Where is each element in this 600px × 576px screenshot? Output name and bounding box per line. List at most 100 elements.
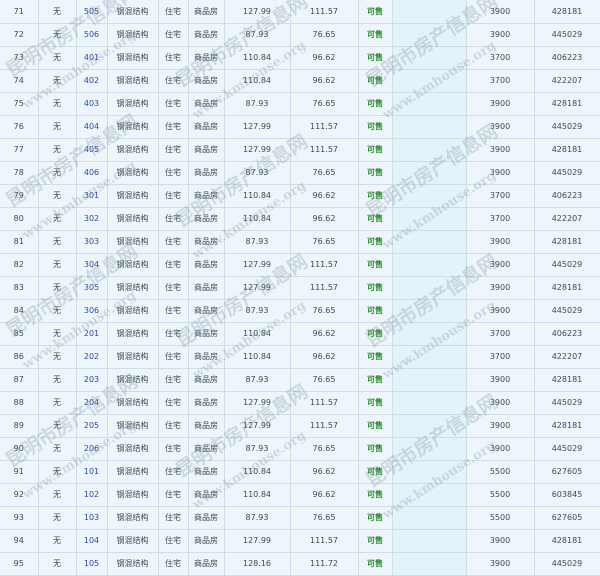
unit-cell: 无 (38, 92, 77, 116)
row-index: 93 (0, 506, 39, 530)
structure-cell: 钢混结构 (107, 69, 159, 93)
inner-area-cell: 96.62 (290, 460, 359, 484)
room-number-link[interactable]: 403 (76, 92, 108, 116)
room-number-link[interactable]: 305 (76, 276, 108, 300)
house-type-cell: 商品房 (188, 437, 225, 461)
room-number-link[interactable]: 304 (76, 253, 108, 277)
total-price-cell: 422207 (534, 207, 600, 231)
room-number-link[interactable]: 302 (76, 207, 108, 231)
blank-cell (392, 161, 467, 185)
total-price-cell: 406223 (534, 322, 600, 346)
inner-area-cell: 76.65 (290, 299, 359, 323)
unit-cell: 无 (38, 368, 77, 392)
usage-cell: 住宅 (158, 483, 189, 507)
table-row: 88 无 204 钢混结构 住宅 商品房 127.99 111.57 可售 3900 445029 (0, 391, 600, 415)
house-type-cell: 商品房 (188, 230, 225, 254)
inner-area-cell: 76.65 (290, 368, 359, 392)
room-number-link[interactable]: 103 (76, 506, 108, 530)
total-price-cell: 428181 (534, 138, 600, 162)
room-number-link[interactable]: 204 (76, 391, 108, 415)
house-type-cell: 商品房 (188, 138, 225, 162)
status-cell: 可售 (358, 23, 393, 47)
usage-cell: 住宅 (158, 115, 189, 139)
structure-cell: 钢混结构 (107, 138, 159, 162)
room-number-link[interactable]: 303 (76, 230, 108, 254)
house-type-cell: 商品房 (188, 161, 225, 185)
table-row: 87 无 203 钢混结构 住宅 商品房 87.93 76.65 可售 3900 428181 (0, 368, 600, 392)
building-area-cell: 110.84 (224, 46, 291, 70)
unit-cell: 无 (38, 414, 77, 438)
unit-cell: 无 (38, 138, 77, 162)
unit-price-cell: 3700 (466, 345, 535, 369)
table-row: 81 无 303 钢混结构 住宅 商品房 87.93 76.65 可售 3900 428181 (0, 230, 600, 254)
unit-cell: 无 (38, 207, 77, 231)
inner-area-cell: 96.62 (290, 184, 359, 208)
room-number-link[interactable]: 206 (76, 437, 108, 461)
total-price-cell: 445029 (534, 552, 600, 576)
building-area-cell: 127.99 (224, 138, 291, 162)
room-number-link[interactable]: 301 (76, 184, 108, 208)
table-row: 90 无 206 钢混结构 住宅 商品房 87.93 76.65 可售 3900 445029 (0, 437, 600, 461)
unit-price-cell: 3900 (466, 23, 535, 47)
row-index: 74 (0, 69, 39, 93)
inner-area-cell: 111.57 (290, 0, 359, 24)
structure-cell: 钢混结构 (107, 345, 159, 369)
inner-area-cell: 111.57 (290, 276, 359, 300)
room-number-link[interactable]: 306 (76, 299, 108, 323)
total-price-cell: 603845 (534, 483, 600, 507)
structure-cell: 钢混结构 (107, 92, 159, 116)
room-number-link[interactable]: 205 (76, 414, 108, 438)
building-area-cell: 87.93 (224, 23, 291, 47)
unit-cell: 无 (38, 322, 77, 346)
building-area-cell: 110.84 (224, 184, 291, 208)
room-number-link[interactable]: 401 (76, 46, 108, 70)
row-index: 94 (0, 529, 39, 553)
blank-cell (392, 460, 467, 484)
room-number-link[interactable]: 201 (76, 322, 108, 346)
building-area-cell: 110.84 (224, 322, 291, 346)
room-number-link[interactable]: 202 (76, 345, 108, 369)
total-price-cell: 428181 (534, 529, 600, 553)
room-number-link[interactable]: 105 (76, 552, 108, 576)
building-area-cell: 128.16 (224, 552, 291, 576)
room-number-link[interactable]: 402 (76, 69, 108, 93)
room-number-link[interactable]: 405 (76, 138, 108, 162)
room-number-link[interactable]: 104 (76, 529, 108, 553)
table-body: 71 无 505 钢混结构 住宅 商品房 127.99 111.57 可售 3900 428181 7… (0, 0, 600, 576)
inner-area-cell: 111.57 (290, 115, 359, 139)
table-row: 80 无 302 钢混结构 住宅 商品房 110.84 96.62 可售 3700 422207 (0, 207, 600, 231)
blank-cell (392, 0, 467, 24)
table-row: 85 无 201 钢混结构 住宅 商品房 110.84 96.62 可售 3700 406223 (0, 322, 600, 346)
usage-cell: 住宅 (158, 207, 189, 231)
structure-cell: 钢混结构 (107, 322, 159, 346)
unit-price-cell: 5500 (466, 483, 535, 507)
blank-cell (392, 322, 467, 346)
unit-price-cell: 3700 (466, 69, 535, 93)
unit-price-cell: 3900 (466, 276, 535, 300)
blank-cell (392, 506, 467, 530)
unit-price-cell: 3900 (466, 552, 535, 576)
unit-price-cell: 3900 (466, 414, 535, 438)
status-cell: 可售 (358, 138, 393, 162)
housing-table: 71 无 505 钢混结构 住宅 商品房 127.99 111.57 可售 3900 428181 7… (0, 0, 600, 576)
row-index: 81 (0, 230, 39, 254)
room-number-link[interactable]: 506 (76, 23, 108, 47)
table-row: 73 无 401 钢混结构 住宅 商品房 110.84 96.62 可售 3700 406223 (0, 46, 600, 70)
room-number-link[interactable]: 101 (76, 460, 108, 484)
room-number-link[interactable]: 404 (76, 115, 108, 139)
building-area-cell: 87.93 (224, 506, 291, 530)
unit-cell: 无 (38, 483, 77, 507)
room-number-link[interactable]: 406 (76, 161, 108, 185)
unit-cell: 无 (38, 115, 77, 139)
room-number-link[interactable]: 102 (76, 483, 108, 507)
row-index: 76 (0, 115, 39, 139)
room-number-link[interactable]: 203 (76, 368, 108, 392)
usage-cell: 住宅 (158, 276, 189, 300)
structure-cell: 钢混结构 (107, 460, 159, 484)
table-row: 79 无 301 钢混结构 住宅 商品房 110.84 96.62 可售 3700 406223 (0, 184, 600, 208)
unit-cell: 无 (38, 184, 77, 208)
usage-cell: 住宅 (158, 391, 189, 415)
building-area-cell: 127.99 (224, 115, 291, 139)
inner-area-cell: 76.65 (290, 230, 359, 254)
room-number-link[interactable]: 505 (76, 0, 108, 24)
